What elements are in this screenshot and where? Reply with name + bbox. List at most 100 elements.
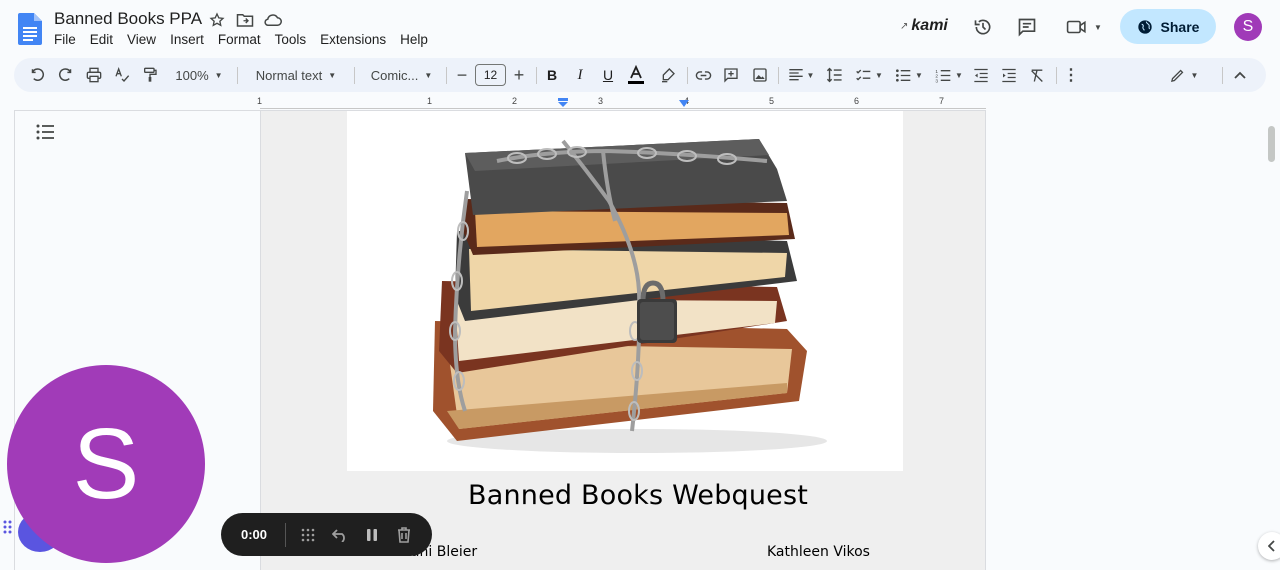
webcam-avatar-overlay: S [7, 365, 205, 563]
bulleted-list-icon[interactable]: ▼ [892, 58, 926, 92]
docs-logo-icon[interactable] [18, 13, 42, 45]
document-outline-icon[interactable] [36, 124, 54, 140]
chevron-down-icon: ▼ [214, 70, 223, 80]
numbered-list-icon[interactable]: 123 ▼ [932, 58, 966, 92]
menu-tools[interactable]: Tools [275, 32, 314, 47]
horizontal-ruler[interactable]: 1 1 2 3 4 5 6 7 [257, 95, 986, 111]
zoom-value: 100% [175, 67, 209, 83]
left-indent-marker-icon[interactable] [557, 98, 569, 108]
chevron-down-icon: ▼ [806, 70, 815, 80]
share-label: Share [1160, 18, 1200, 35]
recorder-divider [285, 522, 286, 547]
highlight-color-icon[interactable] [657, 58, 679, 92]
clear-formatting-icon[interactable] [1026, 58, 1048, 92]
chained-books-illustration [433, 139, 827, 453]
comments-icon[interactable] [1015, 15, 1039, 39]
menu-view[interactable]: View [127, 32, 163, 47]
menu-insert[interactable]: Insert [170, 32, 211, 47]
spellcheck-icon[interactable] [110, 58, 134, 92]
collapse-toolbar-icon[interactable] [1230, 58, 1250, 92]
insert-link-icon[interactable] [692, 58, 714, 92]
author-name-right: Kathleen Vikos [767, 544, 870, 560]
kami-label: kami [911, 17, 948, 34]
title-bar: Banned Books PPA File Edit View Insert F… [0, 0, 1280, 58]
menu-file[interactable]: File [54, 32, 83, 47]
more-options-icon[interactable]: ⋮ [1062, 58, 1080, 92]
font-size-input[interactable]: 12 [475, 64, 506, 86]
chevron-down-icon: ▼ [915, 70, 923, 80]
text-color-icon[interactable] [625, 58, 647, 92]
undo-icon[interactable] [26, 58, 48, 92]
menu-format[interactable]: Format [218, 32, 268, 47]
font-family-value: Comic... [370, 67, 419, 83]
chevron-down-icon: ▼ [424, 70, 433, 80]
formatting-toolbar: 100% ▼ Normal text ▼ Comic... ▼ − 12 + B… [14, 58, 1266, 92]
ruler-number: 2 [512, 96, 518, 106]
font-family-select[interactable]: Comic... ▼ [364, 58, 439, 92]
chevron-down-icon: ▼ [328, 70, 337, 80]
toolbar-divider [778, 67, 779, 84]
ruler-baseline [260, 108, 986, 109]
delete-recording-icon[interactable] [388, 520, 420, 550]
side-panel-toggle[interactable] [1258, 532, 1280, 560]
document-heading: Banned Books Webquest [468, 480, 809, 511]
svg-text:3: 3 [935, 78, 938, 83]
chevron-down-icon: ▼ [955, 70, 963, 80]
print-icon[interactable] [82, 58, 106, 92]
increase-indent-icon[interactable] [998, 58, 1020, 92]
editing-mode-select[interactable]: ▼ [1164, 58, 1204, 92]
share-button[interactable]: Share [1120, 9, 1216, 44]
paint-format-icon[interactable] [138, 58, 162, 92]
underline-icon[interactable]: U [598, 58, 618, 92]
ruler-number: 3 [598, 96, 604, 106]
ruler-number: 7 [939, 96, 945, 106]
document-title[interactable]: Banned Books PPA [54, 9, 202, 29]
add-comment-icon[interactable] [720, 58, 742, 92]
ruler-number: 5 [769, 96, 775, 106]
paragraph-style-value: Normal text [255, 67, 323, 83]
insert-image-icon[interactable] [749, 58, 771, 92]
line-spacing-icon[interactable] [822, 58, 846, 92]
drag-handle-icon[interactable] [3, 519, 13, 535]
chevron-down-icon: ▼ [1094, 22, 1102, 32]
zoom-select[interactable]: 100% ▼ [169, 58, 229, 92]
menu-extensions[interactable]: Extensions [320, 32, 393, 47]
paragraph-style-select[interactable]: Normal text ▼ [248, 58, 344, 92]
chevron-down-icon: ▼ [1190, 70, 1199, 80]
pause-icon[interactable] [356, 520, 388, 550]
toolbar-divider [446, 67, 447, 84]
kami-extension-button[interactable]: ↗ kami [900, 17, 948, 35]
meet-video-icon[interactable]: ▼ [1064, 15, 1104, 39]
checklist-icon[interactable]: ▼ [852, 58, 886, 92]
increase-font-size-icon[interactable]: + [510, 58, 528, 92]
vertical-scrollbar-thumb[interactable] [1268, 126, 1275, 162]
align-icon[interactable]: ▼ [784, 58, 818, 92]
menu-edit[interactable]: Edit [90, 32, 120, 47]
right-indent-marker-icon[interactable] [678, 100, 690, 108]
chevron-down-icon: ▼ [875, 70, 883, 80]
cloud-saved-icon[interactable] [263, 10, 283, 30]
redo-icon[interactable] [54, 58, 76, 92]
italic-icon[interactable]: I [570, 58, 590, 92]
bold-icon[interactable]: B [542, 58, 562, 92]
toolbar-divider [354, 67, 355, 84]
globe-icon [1137, 19, 1152, 34]
toolbar-divider [1222, 67, 1223, 84]
move-folder-icon[interactable] [235, 10, 255, 30]
ruler-number: 1 [257, 96, 263, 106]
recorder-undo-icon[interactable] [324, 520, 356, 550]
version-history-icon[interactable] [971, 15, 995, 39]
star-icon[interactable] [207, 10, 227, 30]
chevron-left-icon [1268, 540, 1275, 552]
chained-books-image[interactable] [347, 111, 903, 471]
decrease-indent-icon[interactable] [970, 58, 992, 92]
menu-help[interactable]: Help [400, 32, 435, 47]
recorder-grid-icon[interactable] [292, 520, 324, 550]
toolbar-divider [536, 67, 537, 84]
account-avatar[interactable]: S [1234, 13, 1262, 41]
decrease-font-size-icon[interactable]: − [453, 58, 471, 92]
external-link-icon: ↗ [900, 20, 909, 32]
toolbar-divider [1056, 67, 1057, 84]
ruler-number: 1 [427, 96, 433, 106]
screen-recorder-controls: 0:00 [221, 513, 432, 556]
